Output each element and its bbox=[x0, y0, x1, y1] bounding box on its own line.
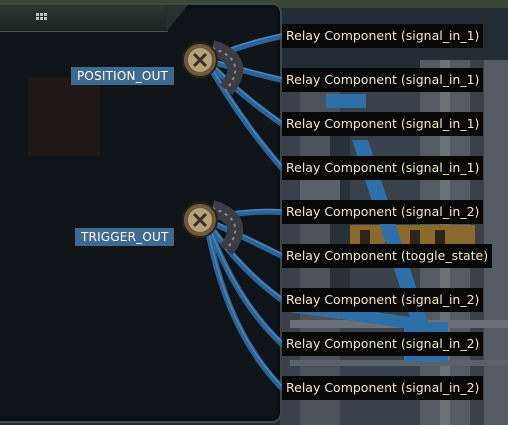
connector-position-out[interactable] bbox=[182, 40, 244, 95]
pin-label-trigger-out[interactable]: TRIGGER_OUT bbox=[75, 228, 175, 246]
connection-label: Relay Component (signal_in_2) bbox=[282, 200, 484, 224]
connection-label: Relay Component (signal_in_2) bbox=[282, 288, 484, 312]
connection-label: Relay Component (signal_in_1) bbox=[282, 24, 484, 48]
connection-label: Relay Component (signal_in_2) bbox=[282, 376, 484, 400]
connection-label: Relay Component (signal_in_2) bbox=[282, 332, 484, 356]
connection-label: Relay Component (signal_in_1) bbox=[282, 68, 484, 92]
connection-label: Relay Component (signal_in_1) bbox=[282, 156, 484, 180]
pin-label-position-out[interactable]: POSITION_OUT bbox=[71, 67, 175, 85]
connection-label: Relay Component (toggle_state) bbox=[282, 244, 493, 268]
connection-label: Relay Component (signal_in_1) bbox=[282, 112, 484, 136]
